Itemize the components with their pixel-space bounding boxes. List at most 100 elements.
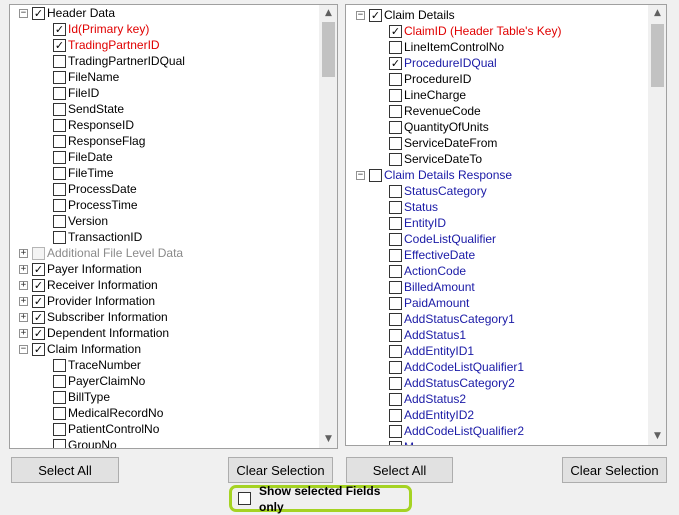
tree-node-actioncode[interactable]: ActionCode [389,263,468,279]
expand-icon[interactable]: + [19,296,28,306]
tree-node-header-data[interactable]: − ✓ Header Data [19,5,117,21]
scroll-thumb[interactable] [651,24,664,87]
tree-node-fileid[interactable]: FileID [53,85,101,101]
expand-icon[interactable]: + [19,328,28,338]
tree-node-version[interactable]: Version [53,213,110,229]
checkbox[interactable] [53,70,66,84]
checkbox[interactable] [53,438,66,448]
scroll-thumb[interactable] [322,22,335,77]
tree-node-groupno[interactable]: GroupNo [53,437,119,448]
tree-node-filetime[interactable]: FileTime [53,165,116,181]
tree-node-responseid[interactable]: ResponseID [53,117,136,133]
checkbox[interactable] [389,408,402,422]
tree-node-procedureidqual[interactable]: ✓ ProcedureIDQual [389,55,499,71]
checkbox[interactable] [53,230,66,244]
tree-node-claim-details[interactable]: − ✓ Claim Details [356,7,457,23]
checkbox[interactable] [389,296,402,310]
tree-node-claimid-header-table-s-key[interactable]: ✓ ClaimID (Header Table's Key) [389,23,563,39]
checkbox[interactable] [389,184,402,198]
tree-node-addstatuscategory1[interactable]: AddStatusCategory1 [389,311,517,327]
checkbox[interactable] [53,390,66,404]
checkbox[interactable]: ✓ [32,278,45,292]
tree-node-subscriber-information[interactable]: + ✓ Subscriber Information [19,309,170,325]
tree-node-provider-information[interactable]: + ✓ Provider Information [19,293,157,309]
checkbox[interactable] [389,360,402,374]
tree-node-claim-information[interactable]: − ✓ Claim Information [19,341,143,357]
expand-icon[interactable]: + [19,264,28,274]
tree-node-procedureid[interactable]: ProcedureID [389,71,473,87]
tree-node-processtime[interactable]: ProcessTime [53,197,140,213]
checkbox[interactable]: ✓ [32,326,45,340]
tree-node-codelistqualifier[interactable]: CodeListQualifier [389,231,498,247]
tree-node-tracenumber[interactable]: TraceNumber [53,357,143,373]
tree-node-entityid[interactable]: EntityID [389,215,448,231]
tree-node-filename[interactable]: FileName [53,69,121,85]
collapse-icon[interactable]: − [356,10,365,20]
tree-node-additional-file-level-data[interactable]: + Additional File Level Data [19,245,185,261]
checkbox[interactable]: ✓ [32,342,45,356]
checkbox[interactable]: ✓ [389,24,402,38]
checkbox[interactable] [369,168,382,182]
expand-icon[interactable]: + [19,248,28,258]
checkbox[interactable] [389,392,402,406]
tree-node-statuscategory[interactable]: StatusCategory [389,183,489,199]
left-select-all-button[interactable]: Select All [11,457,119,483]
tree-node-addentityid1[interactable]: AddEntityID1 [389,343,476,359]
checkbox[interactable] [389,280,402,294]
checkbox[interactable]: ✓ [389,56,402,70]
checkbox[interactable] [53,358,66,372]
tree-node-effectivedate[interactable]: EffectiveDate [389,247,477,263]
checkbox[interactable] [389,312,402,326]
checkbox[interactable] [53,214,66,228]
tree-node-responseflag[interactable]: ResponseFlag [53,133,147,149]
tree-node-addstatuscategory2[interactable]: AddStatusCategory2 [389,375,517,391]
checkbox[interactable]: ✓ [32,294,45,308]
checkbox[interactable]: ✓ [32,310,45,324]
checkbox[interactable]: ✓ [369,8,382,22]
checkbox[interactable] [53,150,66,164]
checkbox[interactable] [53,166,66,180]
tree-node-addcodelistqualifier1[interactable]: AddCodeListQualifier1 [389,359,526,375]
tree-node-medicalrecordno[interactable]: MedicalRecordNo [53,405,165,421]
show-selected-checkbox[interactable] [238,492,251,505]
right-tree-scrollbar[interactable]: ▲ ▼ [648,5,666,445]
checkbox[interactable] [389,424,402,438]
tree-node-linecharge[interactable]: LineCharge [389,87,468,103]
collapse-icon[interactable]: − [19,344,28,354]
tree-node-id-primary-key[interactable]: ✓ Id(Primary key) [53,21,151,37]
checkbox[interactable] [389,328,402,342]
collapse-icon[interactable]: − [19,8,28,18]
tree-node-addcodelistqualifier2[interactable]: AddCodeListQualifier2 [389,423,526,439]
tree-node-payerclaimno[interactable]: PayerClaimNo [53,373,147,389]
scroll-up-arrow-icon[interactable]: ▲ [649,5,666,22]
tree-node-payer-information[interactable]: + ✓ Payer Information [19,261,144,277]
checkbox[interactable] [389,376,402,390]
right-select-all-button[interactable]: Select All [346,457,453,483]
tree-node-claim-details-response[interactable]: − Claim Details Response [356,167,514,183]
checkbox[interactable] [389,344,402,358]
scroll-down-arrow-icon[interactable]: ▼ [649,428,666,445]
tree-node-transactionid[interactable]: TransactionID [53,229,144,245]
tree-node-paidamount[interactable]: PaidAmount [389,295,471,311]
checkbox[interactable] [53,118,66,132]
tree-node-patientcontrolno[interactable]: PatientControlNo [53,421,161,437]
checkbox[interactable] [389,72,402,86]
checkbox[interactable] [389,200,402,214]
tree-node-addentityid2[interactable]: AddEntityID2 [389,407,476,423]
right-field-tree[interactable]: − ✓ Claim Details ✓ ClaimID (Header Table's … [345,4,667,446]
left-clear-selection-button[interactable]: Clear Selection [228,457,333,483]
scroll-down-arrow-icon[interactable]: ▼ [320,431,337,448]
left-field-tree[interactable]: − ✓ Header Data ✓ Id(Primary key) ✓ TradingPar… [9,4,338,449]
tree-node-revenuecode[interactable]: RevenueCode [389,103,483,119]
scroll-up-arrow-icon[interactable]: ▲ [320,5,337,22]
checkbox[interactable] [389,88,402,102]
expand-icon[interactable]: + [19,280,28,290]
checkbox[interactable] [53,182,66,196]
checkbox[interactable] [389,440,402,445]
checkbox[interactable] [53,54,66,68]
checkbox[interactable]: ✓ [32,6,45,20]
tree-node-receiver-information[interactable]: + ✓ Receiver Information [19,277,160,293]
tree-node-tradingpartnerid[interactable]: ✓ TradingPartnerID [53,37,162,53]
checkbox[interactable] [389,120,402,134]
checkbox[interactable] [389,152,402,166]
